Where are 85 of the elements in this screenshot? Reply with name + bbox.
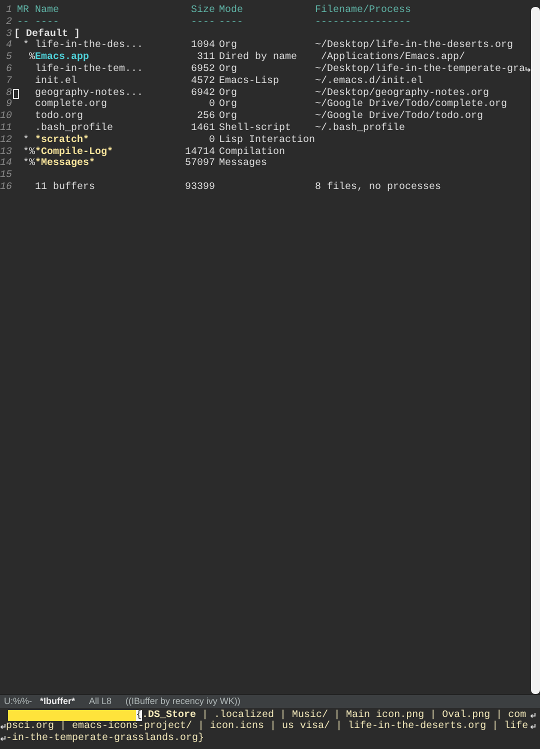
buffer-mode: Org xyxy=(218,64,238,76)
line-number: 11 xyxy=(0,122,12,135)
buffer-mode: Org xyxy=(218,99,238,112)
buffer-name[interactable]: complete.org xyxy=(35,99,176,112)
completion-line: psci.org | emacs-icons-project/ | icon.icns | us visa/ | life-in-the-deserts.org | life xyxy=(6,721,530,732)
line-number: 4 xyxy=(6,40,12,52)
line-number: 6 xyxy=(6,64,12,76)
cursor-position: All L8 xyxy=(89,696,112,706)
buffer-name[interactable]: *scratch* xyxy=(35,134,176,147)
buffer-size: 311 xyxy=(196,52,216,64)
mark-flags: *% xyxy=(22,158,36,170)
completion-line: .DS_Store | .localized | Music/ | Main icon.png | Oval.png | com xyxy=(142,710,526,721)
line-number: 16 xyxy=(0,182,12,194)
buffer-mode: Compilation xyxy=(218,146,286,158)
file-path: ~/Google Drive/Todo/todo.org xyxy=(315,111,484,122)
buffer-size: 0 xyxy=(208,134,216,147)
file-path: ~/Google Drive/Todo/complete.org xyxy=(315,99,508,110)
buffer-size: 14714 xyxy=(184,146,216,158)
text-cursor: { xyxy=(136,710,142,722)
summary-text: 8 files, no processes xyxy=(315,182,442,194)
scrollbar-thumb[interactable] xyxy=(531,7,540,694)
file-path: /Applications/Emacs.app/ xyxy=(320,52,466,64)
line-number: 15 xyxy=(0,170,12,182)
column-header: Size xyxy=(190,5,216,17)
line-number: 10 xyxy=(0,111,12,123)
file-path: ~/.bash_profile xyxy=(315,122,406,135)
buffer-mode: Org xyxy=(218,111,238,122)
header-underline: -- xyxy=(17,16,30,28)
buffer-name[interactable]: life-in-the-des... xyxy=(35,40,176,52)
header-underline: ---------------- xyxy=(315,16,412,29)
buffer-size: 4572 xyxy=(190,76,216,88)
line-number: 5 xyxy=(6,52,12,64)
header-underline: ---- xyxy=(190,16,216,29)
file-path: ~/Desktop/life-in-the-temperate-gra xyxy=(315,64,526,76)
mark-flags: % xyxy=(28,52,36,64)
line-number: 14 xyxy=(0,158,12,170)
buffer-mode: Messages xyxy=(218,158,268,170)
column-header: Filename/Process xyxy=(315,5,412,17)
buffer-name[interactable]: geography-notes... xyxy=(35,88,176,100)
buffer-name[interactable]: *Messages* xyxy=(35,158,176,170)
buffer-size: 6952 xyxy=(190,64,216,76)
total-size: 93399 xyxy=(184,182,216,194)
line-number: 3 xyxy=(6,28,12,40)
mark-flags: * xyxy=(22,134,30,146)
buffer-size: 57097 xyxy=(184,158,216,170)
buffer-mode: Org xyxy=(218,40,238,52)
file-path: ~/.emacs.d/init.el xyxy=(315,76,424,88)
buffer-size: 0 xyxy=(208,99,216,111)
column-header: MR xyxy=(17,5,30,17)
line-number: 12 xyxy=(0,134,12,147)
file-path: ~/Desktop/geography-notes.org xyxy=(315,88,490,99)
mark-flags: * xyxy=(22,40,30,52)
buffer-name[interactable]: init.el xyxy=(35,76,176,88)
buffer-name[interactable]: .bash_profile xyxy=(35,122,176,135)
buffer-name[interactable]: *Compile-Log* xyxy=(35,146,176,158)
buffer-size: 1094 xyxy=(190,40,216,52)
buffer-mode: Shell-script xyxy=(218,122,292,134)
mark-flags: *% xyxy=(22,146,36,158)
buffer-status: U:%%- xyxy=(4,696,32,706)
buffer-mode: Emacs-Lisp xyxy=(218,76,280,88)
line-number: 2 xyxy=(6,16,12,29)
column-header: Mode xyxy=(218,5,244,17)
header-underline: ---- xyxy=(35,16,60,28)
line-number: 1 xyxy=(6,5,12,17)
line-number: 9 xyxy=(6,99,12,111)
buffer-size: 256 xyxy=(196,111,216,123)
buffer-name[interactable]: life-in-the-tem... xyxy=(35,64,176,76)
buffer-mode: Org xyxy=(218,88,238,100)
line-number: 13 xyxy=(0,146,12,158)
buffer-count: 11 buffers xyxy=(35,182,96,194)
buffer-name[interactable]: todo.org xyxy=(35,111,176,123)
header-underline: ---- xyxy=(218,16,244,29)
buffer-mode: Dired by name xyxy=(218,52,298,64)
file-path: ~/Desktop/life-in-the-deserts.org xyxy=(315,40,514,52)
active-modes: ((IBuffer by recency ivy WK)) xyxy=(126,696,240,706)
buffer-size: 1461 xyxy=(190,122,216,135)
completion-line: -in-the-temperate-grasslands.org} xyxy=(6,733,206,745)
line-number: 7 xyxy=(6,76,12,88)
buffer-mode: Lisp Interaction xyxy=(218,134,316,146)
group-heading: [ Default ] xyxy=(14,28,80,40)
column-header: Name xyxy=(35,5,60,17)
buffer-title: *Ibuffer* xyxy=(40,696,76,706)
buffer-name[interactable]: Emacs.app xyxy=(35,52,176,64)
buffer-size: 6942 xyxy=(190,88,216,100)
line-number: 8 xyxy=(6,88,12,99)
